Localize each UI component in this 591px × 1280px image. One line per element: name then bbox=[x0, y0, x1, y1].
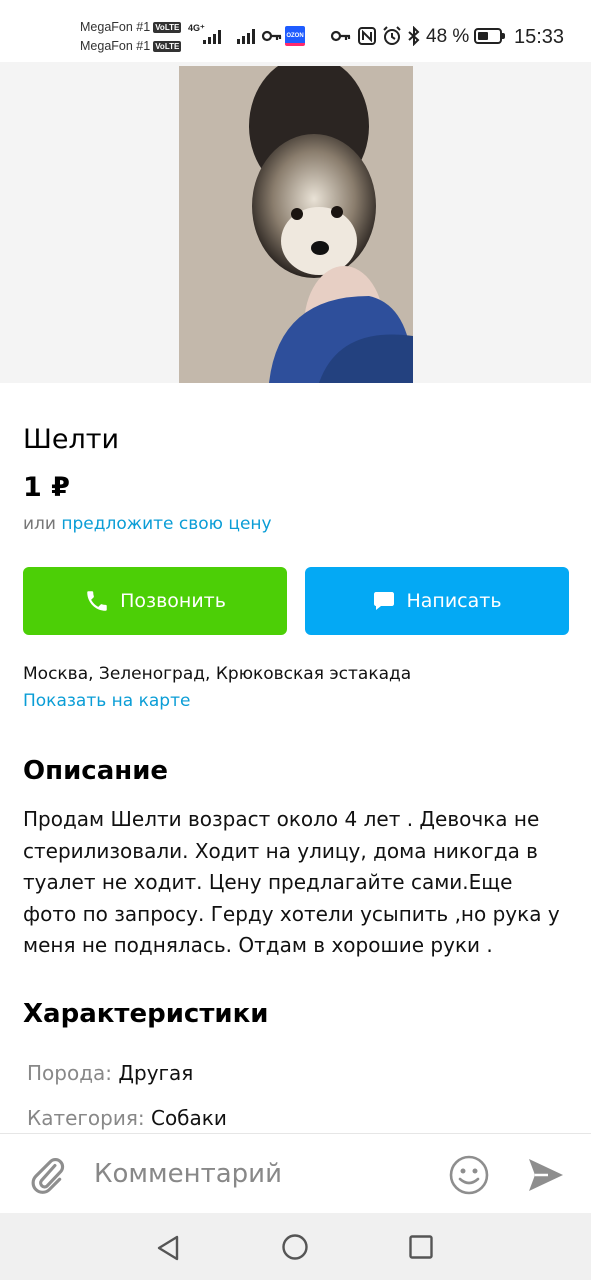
carrier-2-label: MegaFon #1 bbox=[80, 39, 151, 53]
volte-badge: VoLTE bbox=[153, 41, 182, 52]
nav-home-icon[interactable] bbox=[281, 1233, 309, 1265]
message-button-label: Написать bbox=[406, 590, 502, 612]
battery-icon bbox=[474, 28, 505, 44]
comment-input[interactable]: Комментарий bbox=[94, 1158, 282, 1190]
nav-recents-icon[interactable] bbox=[408, 1234, 434, 1264]
message-button[interactable]: Написать bbox=[305, 567, 569, 635]
listing-address: Москва, Зеленоград, Крюковская эстакада bbox=[23, 664, 412, 684]
paperclip-icon[interactable] bbox=[28, 1154, 66, 1200]
listing-photo[interactable] bbox=[179, 66, 413, 383]
description-text: Продам Шелти возраст около 4 лет . Девоч… bbox=[23, 807, 560, 957]
battery-percent: 48 % bbox=[426, 26, 470, 47]
smiley-icon[interactable] bbox=[448, 1154, 490, 1200]
show-on-map-link[interactable]: Показать на карте bbox=[23, 689, 190, 713]
nav-back-icon[interactable] bbox=[155, 1234, 181, 1266]
chat-bubble-icon bbox=[374, 592, 395, 610]
bluetooth-icon bbox=[407, 25, 421, 50]
clock: 15:33 bbox=[514, 26, 565, 48]
vpn-key-icon bbox=[330, 26, 352, 50]
battery-level-fill bbox=[478, 32, 488, 40]
photo-gallery[interactable] bbox=[0, 62, 591, 383]
characteristic-value: Другая bbox=[118, 1061, 194, 1085]
characteristic-row: Порода: Другая bbox=[27, 1059, 193, 1087]
characteristic-value: Собаки bbox=[150, 1106, 227, 1130]
offer-price-line: или предложите свою цену bbox=[23, 512, 272, 536]
alarm-icon bbox=[381, 25, 403, 51]
status-bar: MegaFon #1 VoLTE MegaFon #1 VoLTE 4G⁺ OZON… bbox=[0, 0, 591, 62]
offer-prefix: или bbox=[23, 514, 56, 534]
send-icon[interactable] bbox=[526, 1156, 566, 1198]
carrier-1-label: MegaFon #1 bbox=[80, 20, 151, 34]
listing-title: Шелти bbox=[23, 424, 120, 455]
nfc-icon bbox=[357, 26, 377, 50]
phone-icon bbox=[87, 591, 107, 611]
system-nav-bar bbox=[0, 1213, 591, 1280]
signal-icon bbox=[237, 29, 255, 44]
characteristics-heading: Характеристики bbox=[23, 999, 269, 1029]
offer-price-link[interactable]: предложите свою цену bbox=[61, 514, 271, 534]
ozon-app-icon: OZON bbox=[285, 26, 305, 46]
signal-icon bbox=[203, 30, 221, 44]
vpn-key-icon bbox=[261, 26, 283, 50]
call-button[interactable]: Позвонить bbox=[23, 567, 287, 635]
call-button-label: Позвонить bbox=[120, 590, 226, 612]
characteristic-row: Категория: Собаки bbox=[27, 1104, 227, 1132]
listing-price: 1 ₽ bbox=[23, 472, 70, 503]
description-heading: Описание bbox=[23, 756, 169, 786]
carrier-info: MegaFon #1 VoLTE MegaFon #1 VoLTE bbox=[80, 18, 182, 56]
characteristic-key: Категория: bbox=[27, 1106, 145, 1130]
characteristic-key: Порода: bbox=[27, 1061, 113, 1085]
comment-bar: Комментарий bbox=[0, 1133, 591, 1213]
volte-badge: VoLTE bbox=[153, 22, 182, 33]
